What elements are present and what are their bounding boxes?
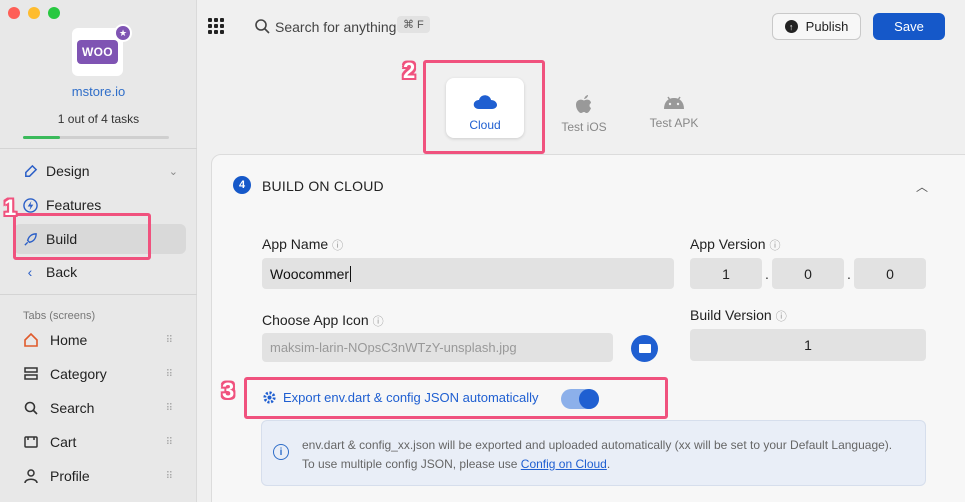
tasks-progress-fill (23, 136, 60, 139)
tab-item-label: Profile (50, 468, 90, 484)
search-shortcut-hint: ⌘ F (397, 16, 430, 33)
tab-item-home[interactable]: Home ⠿ (14, 325, 186, 355)
app-version-major-input[interactable]: 1 (690, 258, 762, 289)
search-icon (22, 399, 40, 417)
maximize-window-button[interactable] (48, 7, 60, 19)
app-version-label: App Version ⓘ (690, 236, 781, 253)
chevron-left-icon: ‹ (27, 264, 33, 280)
app-icon-label: Choose App Icon ⓘ (262, 312, 384, 329)
bolt-icon (22, 197, 38, 213)
home-icon (22, 331, 40, 349)
publish-button[interactable]: ↑ Publish (772, 13, 861, 40)
star-badge-icon: ★ (114, 24, 132, 42)
chevron-down-icon: ⌄ (168, 165, 178, 178)
sidebar-item-label: Features (46, 197, 102, 213)
app-version-minor-input[interactable]: 0 (772, 258, 844, 289)
info-icon: i (273, 444, 289, 460)
drag-handle-icon[interactable]: ⠿ (166, 471, 173, 482)
step-number-badge: 4 (233, 176, 251, 194)
sidebar-divider (0, 148, 197, 149)
cart-icon (22, 433, 40, 451)
tab-item-label: Home (50, 332, 88, 348)
tasks-progress-text: 1 out of 4 tasks (57, 112, 140, 126)
info-icon: ⓘ (769, 240, 781, 252)
build-version-label: Build Version ⓘ (690, 307, 787, 324)
config-on-cloud-link[interactable]: Config on Cloud (521, 457, 607, 471)
annotation-number-1: 1 (4, 195, 17, 220)
info-notice-end: . (606, 457, 611, 471)
annotation-box-2 (423, 60, 545, 154)
window-controls (8, 7, 60, 19)
drag-handle-icon[interactable]: ⠿ (166, 369, 173, 380)
close-window-button[interactable] (8, 7, 20, 19)
text-caret (350, 265, 352, 282)
choose-file-button[interactable] (631, 335, 658, 362)
annotation-number-3: 3 (222, 378, 235, 403)
folder-icon (638, 344, 651, 353)
sidebar-item-design[interactable]: Design ⌄ (14, 156, 186, 186)
tabs-section-label: Tabs (screens) (23, 310, 96, 322)
annotation-box-3 (244, 377, 668, 419)
tab-item-category[interactable]: Category ⠿ (14, 359, 186, 389)
version-separator: . (847, 266, 851, 282)
drag-handle-icon[interactable]: ⠿ (166, 437, 173, 448)
info-icon: ⓘ (775, 311, 787, 323)
search-input[interactable]: Search for anything (275, 19, 396, 35)
annotation-number-2: 2 (403, 58, 416, 83)
target-test-ios[interactable]: Test iOS (555, 94, 613, 134)
sidebar-item-label: Back (46, 264, 78, 280)
version-separator: . (765, 266, 769, 282)
publish-button-label: Publish (805, 19, 849, 34)
info-notice-text: env.dart & config_xx.json will be export… (302, 436, 902, 474)
app-name-input[interactable]: Woocommer (262, 258, 674, 289)
app-icon-label-text: Choose App Icon (262, 312, 369, 328)
app-name-value: Woocommer (270, 265, 350, 282)
collapse-chevron-icon[interactable]: ︿ (916, 178, 928, 195)
app-name-label: App Name ⓘ (262, 236, 343, 253)
profile-icon (22, 467, 40, 485)
minimize-window-button[interactable] (28, 7, 40, 19)
android-icon (664, 96, 684, 109)
drag-handle-icon[interactable]: ⠿ (166, 403, 173, 414)
app-name-label-text: App Name (262, 236, 329, 252)
apple-icon (576, 95, 591, 113)
annotation-box-1 (13, 213, 151, 260)
build-version-label-text: Build Version (690, 307, 772, 323)
drag-handle-icon[interactable]: ⠿ (166, 335, 173, 346)
sidebar-divider (0, 294, 197, 295)
target-label: Test iOS (561, 120, 607, 134)
tab-item-profile[interactable]: Profile ⠿ (14, 461, 186, 491)
tab-item-label: Category (50, 366, 107, 382)
build-version-input[interactable]: 1 (690, 329, 926, 361)
app-version-patch-input[interactable]: 0 (854, 258, 926, 289)
tasks-progress-bar (23, 136, 169, 139)
category-icon (22, 365, 40, 383)
tab-item-cart[interactable]: Cart ⠿ (14, 427, 186, 457)
info-icon: ⓘ (332, 240, 344, 252)
target-label: Test APK (649, 116, 699, 130)
upload-icon: ↑ (784, 20, 798, 33)
info-icon: ⓘ (372, 316, 384, 328)
app-version-label-text: App Version (690, 236, 766, 252)
store-name-link[interactable]: mstore.io (0, 84, 197, 99)
woo-logo-text: WOO (77, 40, 118, 64)
tab-item-label: Search (50, 400, 95, 416)
apps-grid-icon[interactable] (208, 18, 224, 34)
section-title: BUILD ON CLOUD (262, 178, 384, 194)
target-test-apk[interactable]: Test APK (644, 94, 704, 130)
brush-icon (22, 163, 38, 179)
top-bar: Search for anything ⌘ F ↑ Publish Save (197, 0, 965, 52)
app-icon-input[interactable]: maksim-larin-NOpsC3nWTzY-unsplash.jpg (262, 333, 613, 362)
sidebar-item-label: Design (46, 163, 90, 179)
tab-item-label: Cart (50, 434, 77, 450)
sidebar-item-back[interactable]: ‹ Back (14, 257, 186, 287)
save-button[interactable]: Save (873, 13, 945, 40)
tab-item-search[interactable]: Search ⠿ (14, 393, 186, 423)
search-icon (255, 19, 270, 34)
